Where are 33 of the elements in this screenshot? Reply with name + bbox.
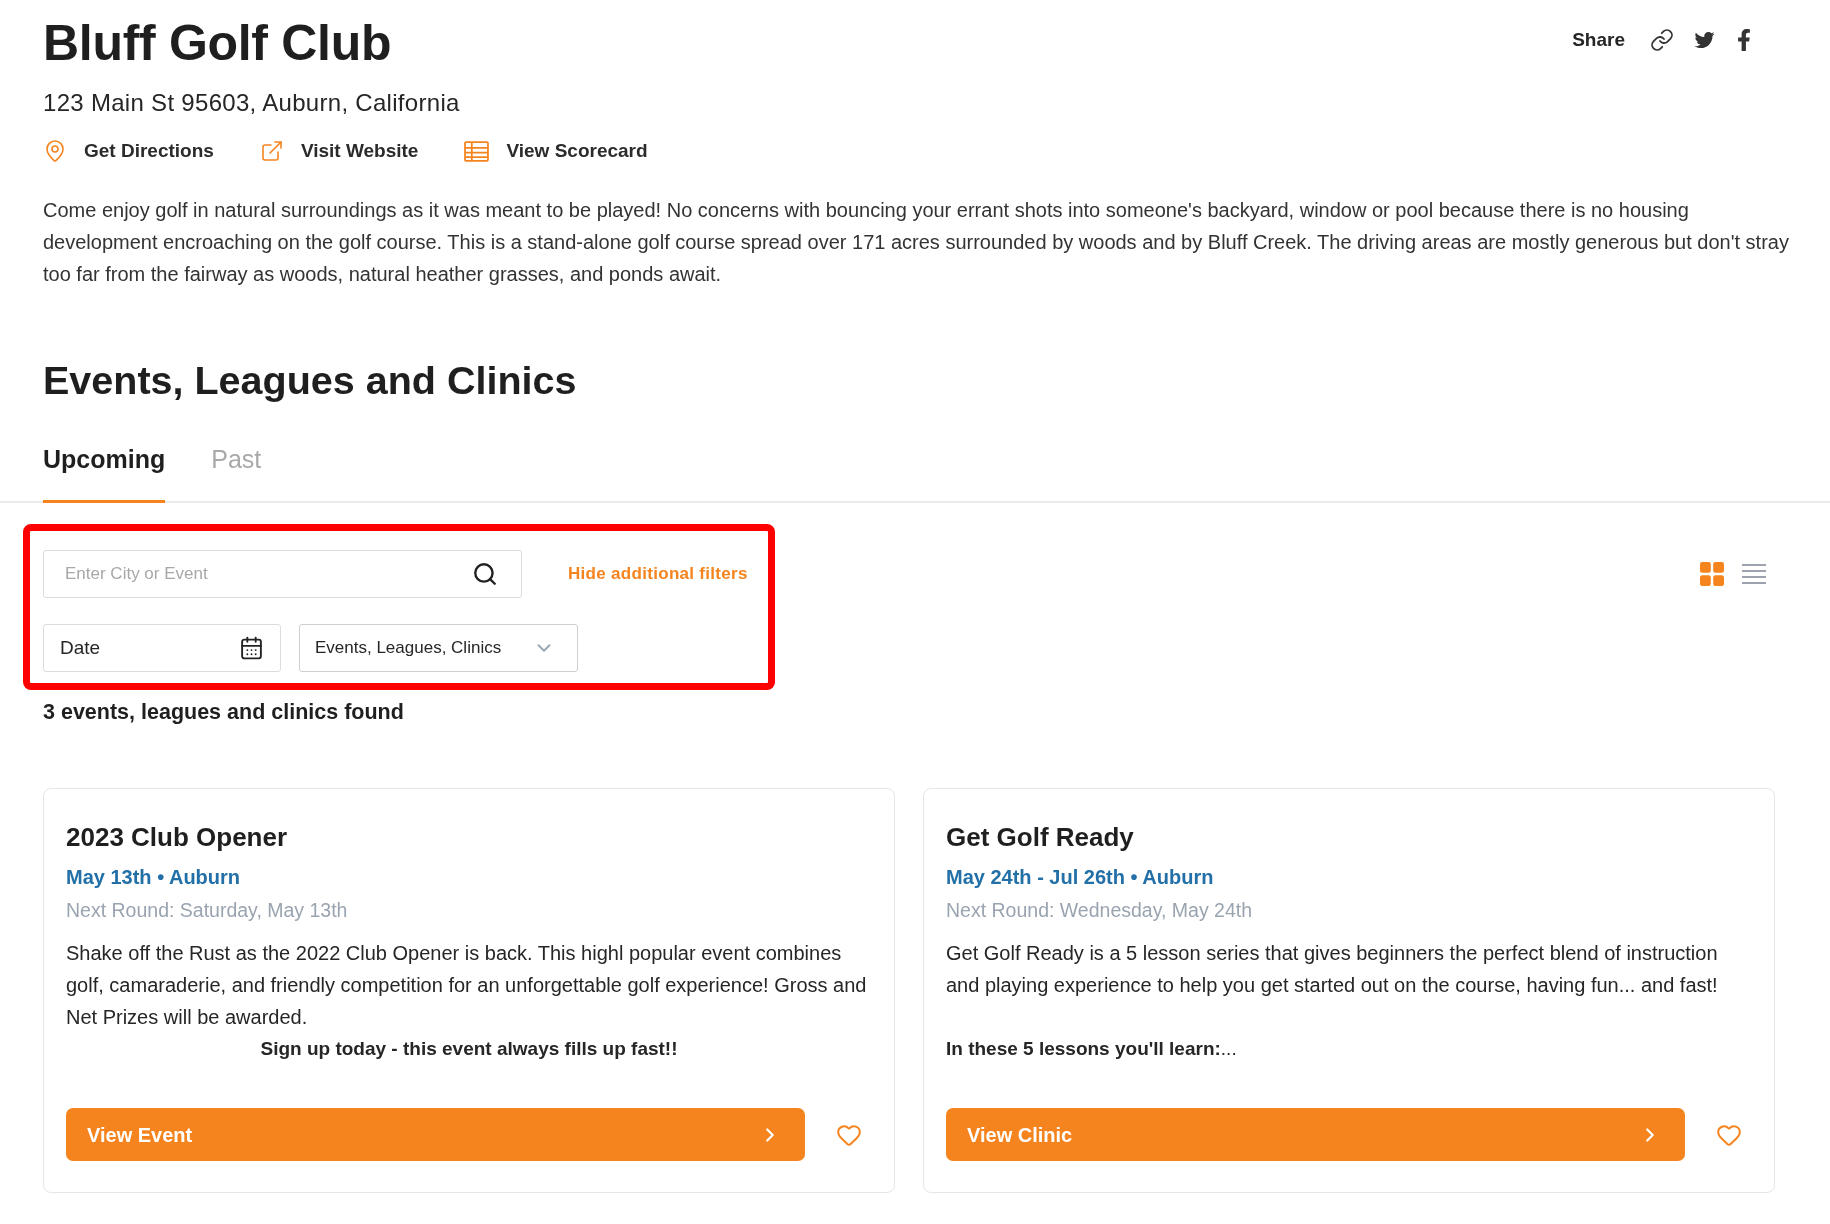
external-link-icon — [259, 138, 284, 164]
grid-view-icon[interactable] — [1700, 562, 1724, 586]
share-label: Share — [1572, 28, 1625, 52]
category-select[interactable]: Events, Leagues, Clinics — [299, 624, 578, 672]
search-field[interactable]: Enter City or Event — [43, 550, 522, 598]
event-date-location: May 24th - Jul 26th • Auburn — [946, 865, 1215, 890]
callout-text: Sign up today - this event always fills up fast!! — [259, 1037, 679, 1061]
table-icon — [464, 140, 490, 162]
section-title: Events, Leagues and Clinics — [43, 357, 578, 404]
event-title: Get Golf Ready — [946, 822, 1135, 852]
date-field[interactable]: Date — [43, 624, 281, 672]
club-description: Come enjoy golf in natural surroundings as it was meant to be played! No concerns with bouncing your errant shots into someone's backyard, window or pool because there is no housing development encroaching on the golf course. This is a stand-alone golf course spread over 171 acres surrounded by woods and by Bluff Creek. The driving areas are mostly generous but don't stray too far from the fairway as woods, natural heather grasses, and ponds await. — [43, 198, 1790, 287]
event-description: Shake off the Rust as the 2022 Club Opener is back. This highl popular event combines golf, camaraderie, and friendly competition for an unforgettable golf experience! Gross and Net Prizes will be awarded. — [66, 941, 868, 1030]
event-date-location: May 13th • Auburn — [66, 865, 242, 890]
club-address: 123 Main St 95603, Auburn, California — [43, 88, 460, 118]
calendar-icon — [239, 635, 264, 661]
list-view-icon[interactable] — [1742, 564, 1766, 584]
club-title: Bluff Golf Club — [43, 15, 393, 71]
bird-icon[interactable] — [1693, 30, 1716, 50]
results-count: 3 events, leagues and clinics found — [43, 699, 405, 726]
letter-f-icon[interactable] — [1737, 29, 1751, 51]
action-link[interactable]: Visit Website — [259, 136, 419, 166]
tab[interactable]: Upcoming — [43, 443, 166, 503]
action-link[interactable]: Get Directions — [43, 136, 214, 166]
event-description: Get Golf Ready is a 5 lesson series that gives beginners the perfect blend of instruction and playing experience to help you get started out on the course, having fun... and fast! — [946, 941, 1719, 998]
event-title: 2023 Club Opener — [66, 822, 289, 852]
search-icon — [472, 561, 498, 587]
map-pin-icon — [43, 138, 67, 164]
lessons-intro: In these 5 lessons you'll learn:... — [946, 1037, 1238, 1061]
link-icon[interactable] — [1650, 28, 1674, 52]
next-round-text: Next Round: Wednesday, May 24th — [946, 898, 1254, 923]
action-link[interactable]: View Scorecard — [464, 136, 648, 166]
next-round-text: Next Round: Saturday, May 13th — [66, 898, 349, 923]
